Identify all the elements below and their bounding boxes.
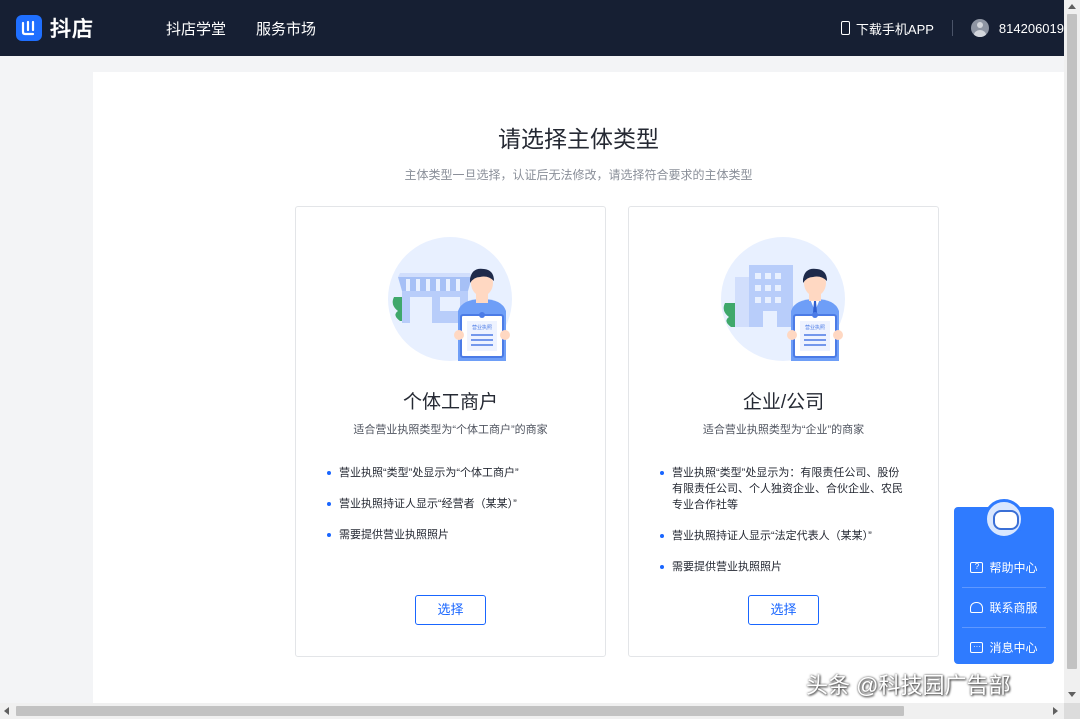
avatar-icon — [971, 19, 989, 37]
headset-icon — [970, 602, 983, 613]
scroll-down-icon[interactable] — [1068, 692, 1076, 697]
card-title: 个体工商户 — [296, 387, 605, 414]
license-text: 营业执照 — [472, 324, 492, 331]
main-panel: 请选择主体类型 主体类型一旦选择，认证后无法修改，请选择符合要求的主体类型 营业… — [93, 72, 1064, 704]
card-title: 企业/公司 — [629, 387, 938, 414]
list-item: 需要提供营业执照照片 — [326, 527, 576, 543]
company-representative-illustration-icon: 营业执照 — [721, 237, 845, 361]
logo-text: 抖店 — [50, 13, 94, 43]
select-individual-button[interactable]: 选择 — [415, 595, 486, 625]
doudian-logo-icon — [16, 15, 42, 41]
scroll-right-icon[interactable] — [1053, 707, 1058, 715]
download-app-link[interactable]: 下载手机APP — [841, 19, 934, 38]
question-icon: ? — [970, 562, 983, 573]
page-subtitle: 主体类型一旦选择，认证后无法修改，请选择符合要求的主体类型 — [93, 166, 1064, 183]
vertical-scroll-thumb[interactable] — [1067, 14, 1077, 669]
card-description: 适合营业执照类型为“企业”的商家 — [629, 421, 938, 437]
requirement-list: 营业执照“类型”处显示为：有限责任公司、股份有限责任公司、个人独资企业、合伙企业… — [659, 465, 909, 590]
list-item: 营业执照持证人显示“法定代表人（某某）” — [659, 528, 909, 544]
user-id: 814206019 — [999, 21, 1064, 36]
help-panel: ? 帮助中心 联系商服 ··· 消息中心 — [954, 507, 1054, 664]
vertical-scrollbar[interactable] — [1064, 0, 1080, 703]
list-item: 营业执照持证人显示“经营者（某某）” — [326, 496, 576, 512]
phone-icon — [841, 21, 850, 35]
horizontal-scrollbar[interactable] — [0, 703, 1064, 719]
main-nav: 抖店学堂 服务市场 — [166, 18, 346, 39]
download-app-label: 下载手机APP — [856, 19, 934, 38]
message-icon: ··· — [970, 642, 983, 653]
requirement-list: 营业执照“类型”处显示为“个体工商户” 营业执照持证人显示“经营者（某某）” 需… — [326, 465, 576, 558]
list-item: 营业执照“类型”处显示为“个体工商户” — [326, 465, 576, 481]
list-item: 营业执照“类型”处显示为：有限责任公司、股份有限责任公司、个人独资企业、合伙企业… — [659, 465, 909, 513]
top-right-area: 下载手机APP 814206019 — [841, 19, 1064, 38]
select-company-button[interactable]: 选择 — [748, 595, 819, 625]
license-text: 营业执照 — [805, 324, 825, 331]
contact-service-button[interactable]: 联系商服 — [962, 587, 1046, 627]
help-center-button[interactable]: ? 帮助中心 — [962, 547, 1046, 587]
shop-owner-illustration-icon: 营业执照 — [388, 237, 512, 361]
user-menu[interactable]: 814206019 — [971, 19, 1064, 37]
scroll-left-icon[interactable] — [4, 707, 9, 715]
nav-item-service-market[interactable]: 服务市场 — [256, 18, 316, 39]
help-item-label: 帮助中心 — [989, 559, 1037, 576]
scroll-up-icon[interactable] — [1068, 4, 1076, 9]
divider — [952, 20, 953, 36]
list-item: 需要提供营业执照照片 — [659, 559, 909, 575]
entity-card-individual: 营业执照 个体工商户 适合营业执照类型为“个体工商户”的商家 营业执照“类型”处… — [295, 206, 606, 657]
top-bar: 抖店 抖店学堂 服务市场 下载手机APP 814206019 — [0, 0, 1064, 56]
scrollbar-corner — [1064, 703, 1080, 719]
assistant-avatar-icon[interactable] — [984, 499, 1024, 539]
horizontal-scroll-thumb[interactable] — [16, 706, 904, 716]
nav-item-academy[interactable]: 抖店学堂 — [166, 18, 226, 39]
page-title: 请选择主体类型 — [93, 120, 1064, 154]
card-description: 适合营业执照类型为“个体工商户”的商家 — [296, 421, 605, 437]
logo[interactable]: 抖店 — [16, 13, 94, 43]
message-center-button[interactable]: ··· 消息中心 — [962, 627, 1046, 667]
help-item-label: 消息中心 — [989, 639, 1037, 656]
entity-card-company: 营业执照 企业/公司 适合营业执照类型为“企业”的商家 营业执照“类型”处显示为… — [628, 206, 939, 657]
watermark: 头条 @科技园广告部 — [806, 668, 1010, 700]
help-item-label: 联系商服 — [989, 599, 1037, 616]
